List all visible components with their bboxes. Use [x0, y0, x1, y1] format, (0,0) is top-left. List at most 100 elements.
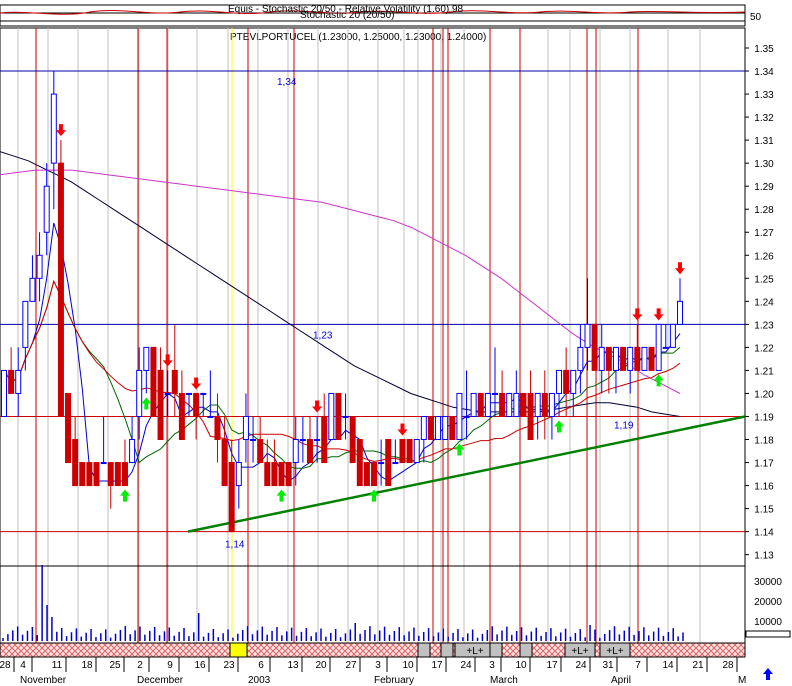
x-tick-label: 21	[692, 660, 704, 671]
x-tick-label: 24	[575, 660, 587, 671]
y-tick-label: 1.27	[754, 228, 774, 239]
x-tick-label: 17	[431, 660, 443, 671]
candle	[456, 392, 463, 441]
candle	[591, 323, 598, 371]
y-tick-label: 1.18	[754, 436, 774, 447]
candle	[356, 439, 363, 487]
candle	[427, 415, 434, 441]
candle	[79, 462, 86, 487]
volume-tick-label: 30000	[754, 577, 782, 588]
x-tick-label: 6	[258, 660, 264, 671]
x-tick-label: 25	[109, 660, 121, 671]
candle	[520, 392, 527, 417]
price-panel	[0, 27, 746, 644]
candle	[57, 140, 64, 417]
level-label: 1,19	[614, 420, 634, 431]
x-tick-label: 31	[602, 660, 614, 671]
x-tick-label: 20	[315, 660, 327, 671]
y-tick-label: 1.30	[754, 159, 774, 170]
indicator-subtitle: Stochastic 20 (20/50)	[300, 10, 395, 21]
candle	[93, 462, 100, 487]
y-tick-label: 1.15	[754, 505, 774, 516]
candle	[335, 392, 342, 441]
candle	[477, 392, 484, 417]
x-month-label: November	[20, 675, 67, 686]
x-tick-label: 28	[722, 660, 734, 671]
level-label: 1,34	[277, 77, 297, 88]
x-tick-label: 17	[546, 660, 558, 671]
candle	[484, 392, 491, 417]
x-tick-label: 10	[402, 660, 414, 671]
x-tick-label: 18	[81, 660, 93, 671]
candle	[150, 346, 157, 417]
x-tick-label: 10	[515, 660, 527, 671]
candle	[506, 392, 513, 417]
scroll-up-arrow-icon[interactable]	[763, 668, 773, 680]
y-tick-label: 1.31	[754, 136, 774, 147]
y-tick-label: 1.24	[754, 297, 774, 308]
candle	[349, 415, 356, 464]
y-tick-label: 1.25	[754, 274, 774, 285]
y-tick-label: 1.14	[754, 528, 774, 539]
candle	[285, 462, 292, 487]
candle	[648, 346, 655, 371]
x-month-label: M	[738, 675, 746, 686]
candle	[114, 462, 121, 487]
x-month-label: 2003	[248, 675, 271, 686]
y-tick-label: 1.32	[754, 113, 774, 124]
level-label: 1,23	[313, 330, 333, 341]
candle	[328, 392, 335, 441]
x-tick-label: 13	[287, 660, 299, 671]
candle	[435, 415, 442, 441]
y-tick-label: 1.20	[754, 389, 774, 400]
volume-tick-label: 10000	[754, 617, 782, 628]
holiday-marker	[229, 642, 248, 658]
x-month-label: December	[137, 675, 184, 686]
x-tick-label: 14	[662, 660, 674, 671]
candle	[385, 439, 392, 487]
candle	[655, 323, 662, 371]
y-tick-label: 1.13	[754, 551, 774, 562]
candle	[669, 323, 676, 348]
period-tag: +L+	[571, 646, 588, 657]
x-tick-label: 16	[194, 660, 206, 671]
candle	[641, 346, 648, 371]
x-tick-label: 2	[137, 660, 143, 671]
price-chart: Equis - Stochastic 20/50 - Relative Vola…	[0, 4, 791, 686]
x-tick-label: 23	[223, 660, 235, 671]
indicator-panel: Equis - Stochastic 20/50 - Relative Vola…	[0, 4, 762, 27]
y-tick-label: 1.35	[754, 44, 774, 55]
level-label: 1,14	[225, 540, 245, 551]
candle	[413, 439, 420, 464]
y-tick-label: 1.33	[754, 90, 774, 101]
y-tick-label: 1.21	[754, 366, 774, 377]
period-tag: +L+	[606, 646, 623, 657]
period-tag: +L+	[466, 646, 483, 657]
y-tick-label: 1.17	[754, 459, 774, 470]
candle	[399, 439, 406, 464]
x-tick-label: 11	[52, 660, 63, 671]
y-tick-label: 1.22	[754, 343, 774, 354]
x-tick-label: 28	[0, 660, 11, 671]
candle	[65, 392, 72, 464]
x-month-label: February	[374, 675, 414, 686]
candle	[470, 392, 477, 417]
x-tick-label: 3	[489, 660, 495, 671]
x-tick-label: 9	[167, 660, 173, 671]
indicator-tick: 50	[750, 12, 762, 23]
x-tick-label: 7	[635, 660, 641, 671]
y-tick-label: 1.29	[754, 182, 774, 193]
y-tick-label: 1.34	[754, 67, 774, 78]
y-tick-label: 1.16	[754, 482, 774, 493]
y-tick-label: 1.28	[754, 205, 774, 216]
x-tick-label: 24	[460, 660, 472, 671]
candle	[449, 415, 456, 441]
y-tick-label: 1.23	[754, 320, 774, 331]
candle	[620, 346, 627, 371]
candle	[1, 369, 7, 417]
candle	[371, 462, 378, 487]
volume-tick-label: 20000	[754, 597, 782, 608]
x-month-label: April	[611, 675, 631, 686]
y-tick-label: 1.26	[754, 251, 774, 262]
x-month-label: March	[490, 675, 518, 686]
